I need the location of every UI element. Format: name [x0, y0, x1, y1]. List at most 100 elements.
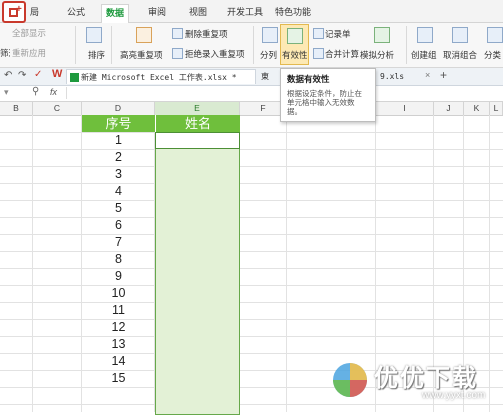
- row-number-cell[interactable]: 11: [82, 302, 155, 319]
- column-header-K[interactable]: K: [464, 102, 490, 115]
- tab-formula[interactable]: 公式: [67, 5, 85, 22]
- simulate-analysis-icon[interactable]: [374, 27, 390, 43]
- excel-file-icon: [70, 73, 79, 82]
- grid-row-line: [0, 217, 503, 218]
- redo-icon[interactable]: ↷: [18, 70, 26, 81]
- grid-row-line: [0, 132, 503, 133]
- row-number-cell[interactable]: 14: [82, 353, 155, 370]
- wps-logo-icon: W: [52, 68, 63, 80]
- tab-view[interactable]: 视图: [189, 5, 207, 22]
- row-number-cell[interactable]: 7: [82, 234, 155, 251]
- grid-row-line: [0, 268, 503, 269]
- validity-label: 有效性: [282, 50, 308, 60]
- reapply-button[interactable]: 重新应用: [12, 47, 46, 59]
- sort-button[interactable]: 排序: [88, 49, 105, 61]
- document-tab-bar: ↶ ↷ ✓ W 新建 Microsoft Excel 工作表.xlsx * 東 …: [0, 68, 503, 86]
- grid-row-line: [0, 166, 503, 167]
- simulate-analysis-button[interactable]: 模拟分析: [360, 49, 394, 61]
- row-number-cell[interactable]: 6: [82, 217, 155, 234]
- sort-icon[interactable]: [86, 27, 102, 43]
- column-header-E[interactable]: E: [155, 102, 240, 115]
- table-header-seq[interactable]: 序号: [82, 115, 155, 132]
- column-header-I[interactable]: I: [376, 102, 434, 115]
- column-header-B[interactable]: B: [0, 102, 33, 115]
- new-tab-icon[interactable]: +: [440, 68, 447, 82]
- highlight-duplicates-button[interactable]: 高亮重复项: [120, 49, 163, 61]
- tooltip-title: 数据有效性: [287, 74, 330, 84]
- format-painter-icon[interactable]: ✓: [34, 69, 42, 80]
- table-header-name[interactable]: 姓名: [155, 115, 240, 132]
- show-all-button[interactable]: 全部显示: [12, 27, 46, 39]
- zoom-icon[interactable]: ⚲: [32, 86, 39, 97]
- row-number-cell[interactable]: 13: [82, 336, 155, 353]
- validity-tooltip: 数据有效性 根据设定条件，防止在单元格中输入无效数据。: [280, 68, 376, 122]
- column-header-J[interactable]: J: [434, 102, 464, 115]
- remove-duplicates-icon: [172, 28, 183, 39]
- grid-row-line: [0, 251, 503, 252]
- row-number-cell[interactable]: 3: [82, 166, 155, 183]
- grid-row-line: [0, 234, 503, 235]
- ungroup-button[interactable]: 取消组合: [443, 49, 477, 61]
- fx-icon[interactable]: fx: [50, 87, 57, 97]
- column-header-L[interactable]: L: [490, 102, 503, 115]
- subtotal-icon[interactable]: [487, 27, 503, 43]
- tab-data[interactable]: 数据: [101, 4, 130, 23]
- row-number-cell[interactable]: 2: [82, 149, 155, 166]
- row-number-cell[interactable]: 1: [82, 132, 155, 149]
- close-tab-icon[interactable]: ×: [425, 70, 430, 80]
- tab-developer[interactable]: 开发工具: [227, 5, 263, 22]
- validity-button[interactable]: 有效性: [280, 24, 309, 65]
- column-header-D[interactable]: D: [82, 102, 155, 115]
- name-column-selection[interactable]: [155, 132, 240, 415]
- grid-row-line: [0, 200, 503, 201]
- filter-label[interactable]: 筛选: [0, 47, 10, 59]
- watermark-text: 优优下载: [374, 365, 478, 392]
- remove-duplicates-button[interactable]: 删除重复项: [185, 28, 228, 40]
- highlight-duplicates-icon[interactable]: [136, 27, 152, 43]
- grid-row-line: [0, 319, 503, 320]
- doc-tab-active-label: 新建 Microsoft Excel 工作表.xlsx *: [81, 73, 237, 82]
- record-form-button[interactable]: 记录单: [325, 28, 351, 40]
- split-column-icon[interactable]: [262, 27, 278, 43]
- ribbon-tab-strip: + 局 公式 数据 审阅 视图 开发工具 特色功能: [0, 0, 503, 23]
- column-header-row: B C D E F I J K L: [0, 102, 503, 116]
- tab-layout[interactable]: 局: [30, 5, 39, 22]
- name-box-dropdown-icon[interactable]: ▾: [4, 87, 9, 98]
- undo-icon[interactable]: ↶: [4, 70, 12, 81]
- app-menu-icon[interactable]: +: [2, 1, 26, 23]
- grid-row-line: [0, 149, 503, 150]
- create-group-icon[interactable]: [417, 27, 433, 43]
- grid-row-line: [0, 302, 503, 303]
- formula-bar: ▾ ⚲ fx: [0, 86, 503, 102]
- row-number-cell[interactable]: 5: [82, 200, 155, 217]
- doc-tab-second[interactable]: 東: [261, 69, 269, 84]
- row-number-cell[interactable]: 15: [82, 370, 155, 387]
- tooltip-body: 根据设定条件，防止在单元格中输入无效数据。: [287, 89, 362, 116]
- row-number-cell[interactable]: 4: [82, 183, 155, 200]
- row-number-cell[interactable]: 10: [82, 285, 155, 302]
- doc-tab-third[interactable]: 9.xls: [380, 69, 404, 84]
- tab-review[interactable]: 审阅: [148, 5, 166, 22]
- column-header-C[interactable]: C: [33, 102, 82, 115]
- grid-row-line: [0, 285, 503, 286]
- watermark-url: www.yyxt.com: [422, 390, 486, 401]
- grid-row-line: [0, 183, 503, 184]
- row-number-cell[interactable]: 12: [82, 319, 155, 336]
- ribbon-data-panel: 全部显示 重新应用 筛选 排序 高亮重复项 删除重复项 拒绝录入重复项 分列 有…: [0, 23, 503, 68]
- record-form-icon: [313, 28, 324, 39]
- doc-tab-active[interactable]: 新建 Microsoft Excel 工作表.xlsx *: [66, 69, 256, 84]
- merge-calc-icon: [313, 48, 324, 59]
- tab-special[interactable]: 特色功能: [275, 5, 311, 22]
- create-group-button[interactable]: 创建组: [411, 49, 437, 61]
- reject-duplicates-icon: [172, 48, 183, 59]
- row-number-cell[interactable]: 9: [82, 268, 155, 285]
- grid-row-line: [0, 336, 503, 337]
- ungroup-icon[interactable]: [452, 27, 468, 43]
- validity-icon: [287, 28, 303, 44]
- subtotal-button[interactable]: 分类: [484, 49, 501, 61]
- split-column-button[interactable]: 分列: [260, 49, 277, 61]
- reject-duplicates-button[interactable]: 拒绝录入重复项: [185, 48, 245, 60]
- active-cell[interactable]: [155, 132, 240, 149]
- merge-calc-button[interactable]: 合并计算: [325, 48, 359, 60]
- row-number-cell[interactable]: 8: [82, 251, 155, 268]
